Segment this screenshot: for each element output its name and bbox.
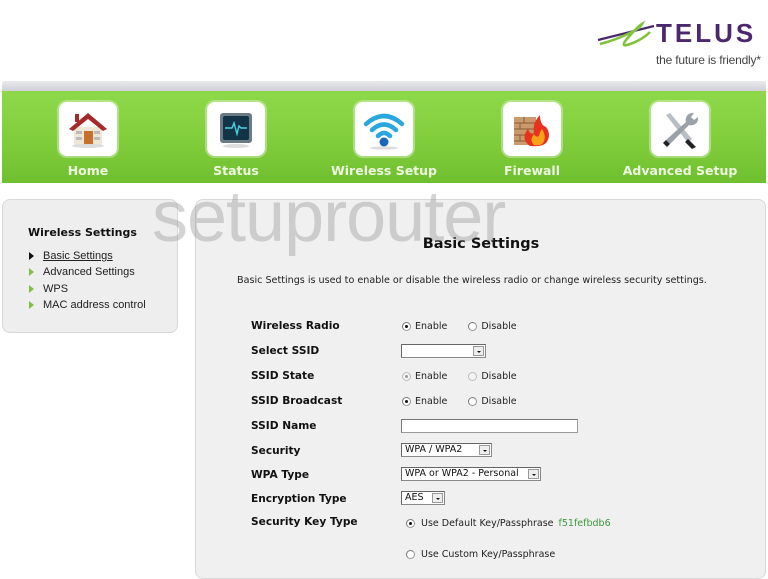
ssid-state-group: Enable Disable	[402, 371, 517, 382]
default-key-option: Use Default Key/Passphrase f51fefbdb6	[406, 518, 611, 529]
main-nav: Home Status Wireless Setup Firewall Adva…	[2, 91, 766, 183]
wireless-radio-disable-label: Disable	[481, 321, 517, 332]
tools-icon	[651, 102, 709, 156]
sidebar-item-wps[interactable]: WPS	[29, 281, 68, 297]
wireless-radio-group: Enable Disable	[402, 321, 517, 332]
nav-top-strip	[2, 81, 766, 91]
sidebar-item-mac-address-control[interactable]: MAC address control	[29, 297, 146, 313]
sidebar-item-label: WPS	[43, 283, 69, 295]
nav-status[interactable]: Status	[166, 102, 306, 182]
ssid-broadcast-enable-radio[interactable]	[402, 397, 411, 406]
encryption-type-dropdown[interactable]: AES	[401, 491, 445, 505]
nav-wireless-setup-label: Wireless Setup	[330, 163, 437, 178]
nav-home[interactable]: Home	[18, 102, 158, 182]
wireless-radio-enable-label: Enable	[415, 321, 448, 332]
nav-firewall-label: Firewall	[503, 163, 561, 178]
ssid-state-label: SSID State	[251, 370, 315, 382]
arrow-right-icon	[29, 301, 34, 309]
telus-swoosh-icon	[597, 20, 655, 47]
ssid-broadcast-disable-label: Disable	[481, 396, 517, 407]
arrow-right-icon	[29, 285, 34, 293]
chevron-down-icon	[432, 493, 443, 503]
sidebar-item-basic-settings[interactable]: Basic Settings	[29, 248, 113, 264]
wpa-type-dropdown[interactable]: WPA or WPA2 - Personal	[401, 467, 541, 481]
encryption-type-value: AES	[405, 492, 424, 503]
security-value: WPA / WPA2	[405, 444, 463, 455]
content-panel: Basic Settings Basic Settings is used to…	[195, 199, 766, 579]
custom-key-radio[interactable]	[406, 550, 415, 559]
nav-wireless-setup[interactable]: Wireless Setup	[314, 102, 454, 182]
firewall-icon	[503, 102, 561, 156]
page-description: Basic Settings is used to enable or disa…	[237, 275, 707, 286]
page-title: Basic Settings	[422, 236, 540, 252]
sidebar-title: Wireless Settings	[28, 226, 137, 239]
select-ssid-label: Select SSID	[251, 345, 320, 357]
nav-home-label: Home	[67, 163, 109, 178]
ssid-name-input[interactable]	[401, 419, 578, 433]
wireless-radio-disable-radio[interactable]	[468, 322, 478, 331]
default-key-label: Use Default Key/Passphrase	[421, 518, 554, 529]
brand-tagline: the future is friendly*	[656, 53, 761, 67]
telus-logo: TELUS the future is friendly*	[596, 14, 766, 70]
ssid-state-enable-radio[interactable]	[402, 372, 411, 381]
sidebar-item-label: MAC address control	[43, 299, 146, 311]
wireless-radio-label: Wireless Radio	[251, 320, 340, 332]
chevron-down-icon	[528, 469, 539, 479]
ssid-broadcast-enable-label: Enable	[415, 396, 448, 407]
ssid-broadcast-label: SSID Broadcast	[251, 395, 343, 407]
nav-status-label: Status	[213, 163, 259, 178]
wifi-icon	[355, 102, 413, 156]
select-ssid-dropdown[interactable]	[401, 344, 486, 358]
brand-name: TELUS	[656, 18, 757, 48]
ssid-broadcast-group: Enable Disable	[402, 396, 517, 407]
chevron-down-icon	[473, 346, 484, 356]
arrow-right-icon	[29, 252, 34, 260]
home-icon	[59, 102, 117, 156]
default-key-value: f51fefbdb6	[558, 518, 611, 529]
encryption-type-label: Encryption Type	[251, 493, 347, 505]
sidebar-item-label: Advanced Settings	[43, 266, 135, 278]
monitor-icon	[207, 102, 265, 156]
sidebar: Wireless Settings Basic Settings Advance…	[2, 199, 178, 333]
chevron-down-icon	[479, 445, 490, 455]
ssid-name-label: SSID Name	[251, 420, 317, 432]
wpa-type-label: WPA Type	[251, 469, 310, 481]
sidebar-item-label: Basic Settings	[43, 250, 113, 262]
sidebar-item-advanced-settings[interactable]: Advanced Settings	[29, 264, 135, 280]
wireless-radio-enable-radio[interactable]	[402, 322, 411, 331]
default-key-radio[interactable]	[406, 519, 415, 528]
security-key-type-label: Security Key Type	[251, 516, 358, 528]
custom-key-option: Use Custom Key/Passphrase	[406, 549, 555, 560]
nav-advanced-setup[interactable]: Advanced Setup	[610, 102, 750, 182]
wpa-type-value: WPA or WPA2 - Personal	[405, 468, 519, 479]
arrow-right-icon	[29, 268, 34, 276]
custom-key-label: Use Custom Key/Passphrase	[421, 549, 556, 560]
nav-advanced-setup-label: Advanced Setup	[622, 163, 738, 178]
security-label: Security	[251, 445, 301, 457]
nav-firewall[interactable]: Firewall	[462, 102, 602, 182]
ssid-broadcast-disable-radio[interactable]	[468, 397, 478, 406]
ssid-state-disable-label: Disable	[481, 371, 517, 382]
ssid-state-disable-radio[interactable]	[468, 372, 478, 381]
ssid-state-enable-label: Enable	[415, 371, 448, 382]
security-dropdown[interactable]: WPA / WPA2	[401, 443, 492, 457]
